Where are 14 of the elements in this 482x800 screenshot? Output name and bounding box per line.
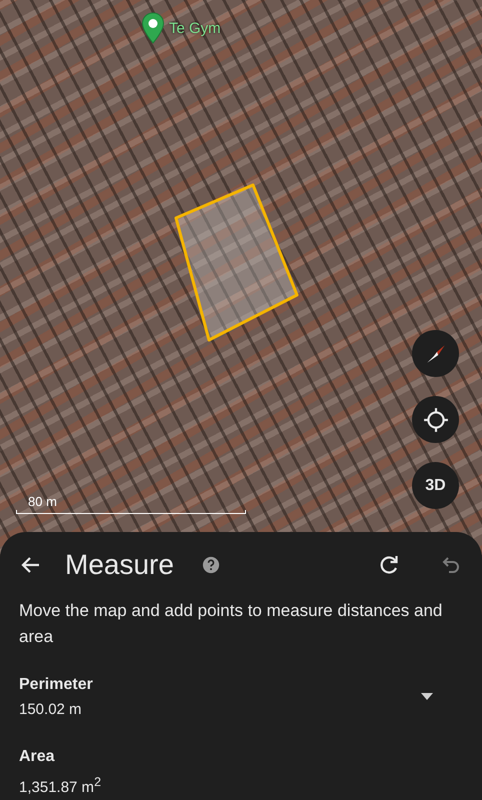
dropdown-triangle-icon[interactable] bbox=[421, 693, 433, 701]
place-label[interactable]: Te Gym bbox=[169, 20, 221, 36]
measurement-value: 1,351.87 m$^{2}$ bbox=[19, 774, 102, 798]
location-crosshair-icon bbox=[422, 406, 448, 432]
compass-button[interactable] bbox=[412, 330, 459, 377]
measurement-label: Perimeter bbox=[19, 675, 94, 695]
instructions-text: Move the map and add points to measure distances and area bbox=[19, 600, 444, 648]
my-location-button[interactable] bbox=[412, 396, 459, 443]
map-pin-icon[interactable] bbox=[141, 12, 165, 44]
help-icon[interactable] bbox=[202, 556, 220, 574]
measurement-label: Area bbox=[19, 747, 56, 767]
3d-view-button[interactable]: 3D bbox=[412, 462, 459, 509]
measurement-value: 150.02 m bbox=[19, 700, 83, 720]
scale-label: 80 m bbox=[28, 494, 58, 509]
